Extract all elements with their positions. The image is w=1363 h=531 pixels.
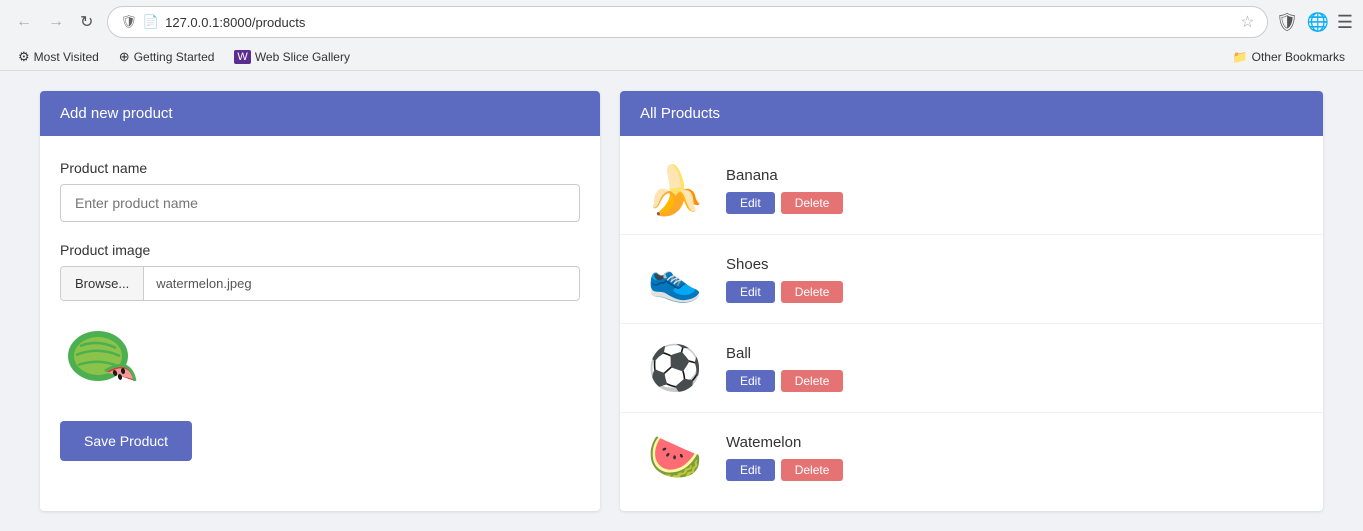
add-product-body: Product name Product image Browse... wat… (40, 136, 600, 485)
product-image-label: Product image (60, 242, 580, 258)
star-icon[interactable]: ☆ (1240, 12, 1254, 32)
product-item-watermelon: 🍉 Watemelon Edit Delete (620, 413, 1323, 501)
ball-edit-button[interactable]: Edit (726, 370, 775, 392)
forward-button[interactable]: → (42, 9, 70, 35)
shoes-actions: Edit Delete (726, 281, 843, 303)
url-text: 127.0.0.1:8000/products (165, 15, 1234, 30)
ball-actions: Edit Delete (726, 370, 843, 392)
folder-icon: 📁 (1233, 50, 1248, 64)
watermelon-delete-button[interactable]: Delete (781, 459, 844, 481)
most-visited-icon: ⚙ (18, 49, 30, 65)
getting-started-label: Getting Started (134, 50, 215, 64)
shoes-name: Shoes (726, 256, 843, 273)
shield-toolbar-icon[interactable]: 🛡 (1276, 12, 1299, 33)
page-content: Add new product Product name Product ima… (0, 71, 1363, 531)
menu-icon[interactable]: ☰ (1337, 12, 1353, 33)
watermelon-name: Watemelon (726, 434, 843, 451)
profile-icon[interactable]: 🌐 (1306, 12, 1328, 33)
product-item-ball: ⚽ Ball Edit Delete (620, 324, 1323, 413)
file-name-display: watermelon.jpeg (144, 267, 263, 300)
product-name-label: Product name (60, 160, 580, 176)
nav-buttons: ← → ↻ (10, 8, 99, 36)
add-product-header: Add new product (40, 91, 600, 136)
watermelon-info: Watemelon Edit Delete (726, 434, 843, 481)
shoes-thumbnail: 👟 (640, 249, 710, 309)
page-icon: 📄 (143, 14, 159, 30)
web-slice-label: Web Slice Gallery (255, 50, 350, 64)
ball-name: Ball (726, 345, 843, 362)
browser-icons-right: 🛡 🌐 ☰ (1276, 12, 1353, 33)
banana-icon: 🍌 (645, 162, 705, 219)
watermelon-thumbnail: 🍉 (640, 427, 710, 487)
shoes-info: Shoes Edit Delete (726, 256, 843, 303)
add-product-panel: Add new product Product name Product ima… (40, 91, 600, 511)
banana-actions: Edit Delete (726, 192, 843, 214)
banana-delete-button[interactable]: Delete (781, 192, 844, 214)
banana-thumbnail: 🍌 (640, 160, 710, 220)
web-slice-icon: W (234, 50, 250, 64)
all-products-title: All Products (640, 105, 720, 122)
product-name-input[interactable] (60, 184, 580, 222)
save-product-button[interactable]: Save Product (60, 421, 192, 461)
watermelon-edit-button[interactable]: Edit (726, 459, 775, 481)
product-list: 🍌 Banana Edit Delete 👟 Shoes (620, 136, 1323, 511)
address-bar-container: 🛡 📄 127.0.0.1:8000/products ☆ (107, 6, 1267, 38)
bookmark-web-slice-gallery[interactable]: W Web Slice Gallery (226, 48, 358, 66)
shield-icon: 🛡 (120, 14, 137, 30)
ball-info: Ball Edit Delete (726, 345, 843, 392)
getting-started-icon: ⊕ (119, 49, 130, 65)
ball-icon: ⚽ (648, 342, 703, 394)
watermelon-actions: Edit Delete (726, 459, 843, 481)
product-item-banana: 🍌 Banana Edit Delete (620, 146, 1323, 235)
watermelon-icon: 🍉 (648, 431, 703, 483)
bookmarks-bar: ⚙ Most Visited ⊕ Getting Started W Web S… (0, 44, 1363, 71)
ball-delete-button[interactable]: Delete (781, 370, 844, 392)
shoes-icon: 👟 (648, 253, 703, 305)
ball-thumbnail: ⚽ (640, 338, 710, 398)
back-button[interactable]: ← (10, 9, 38, 35)
address-bar[interactable]: 🛡 📄 127.0.0.1:8000/products ☆ (107, 6, 1267, 38)
other-bookmarks-label: Other Bookmarks (1252, 50, 1345, 64)
banana-edit-button[interactable]: Edit (726, 192, 775, 214)
browser-chrome: ← → ↻ 🛡 📄 127.0.0.1:8000/products ☆ 🛡 🌐 … (0, 0, 1363, 71)
bookmark-most-visited[interactable]: ⚙ Most Visited (10, 47, 107, 67)
product-image-group: Product image Browse... watermelon.jpeg (60, 242, 580, 301)
most-visited-label: Most Visited (34, 50, 99, 64)
all-products-header: All Products (620, 91, 1323, 136)
browse-button[interactable]: Browse... (61, 267, 144, 300)
banana-info: Banana Edit Delete (726, 167, 843, 214)
shoes-delete-button[interactable]: Delete (781, 281, 844, 303)
banana-name: Banana (726, 167, 843, 184)
all-products-panel: All Products 🍌 Banana Edit Delete (620, 91, 1323, 511)
add-product-title: Add new product (60, 105, 173, 122)
shoes-edit-button[interactable]: Edit (726, 281, 775, 303)
file-input-wrapper: Browse... watermelon.jpeg (60, 266, 580, 301)
bookmark-getting-started[interactable]: ⊕ Getting Started (111, 47, 223, 67)
image-preview (60, 321, 580, 401)
product-item-shoes: 👟 Shoes Edit Delete (620, 235, 1323, 324)
browser-toolbar: ← → ↻ 🛡 📄 127.0.0.1:8000/products ☆ 🛡 🌐 … (0, 0, 1363, 44)
product-name-group: Product name (60, 160, 580, 222)
other-bookmarks[interactable]: 📁 Other Bookmarks (1225, 48, 1353, 66)
watermelon-preview-image (60, 321, 150, 401)
refresh-button[interactable]: ↻ (74, 8, 99, 36)
